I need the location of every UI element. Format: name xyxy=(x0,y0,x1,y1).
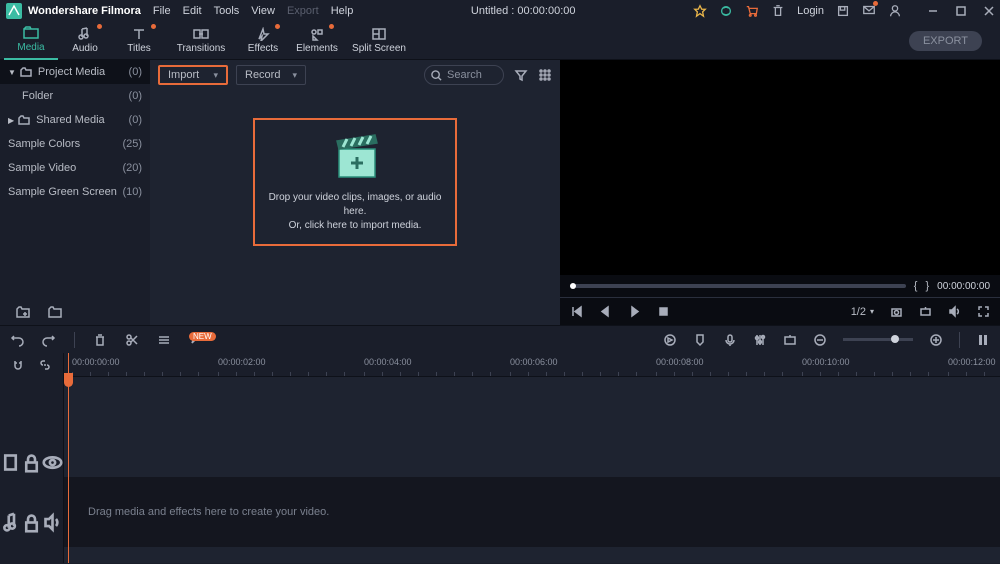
link-icon[interactable] xyxy=(39,359,51,371)
menu-help[interactable]: Help xyxy=(331,5,354,17)
track-hint: Drag media and effects here to create yo… xyxy=(88,506,329,518)
clapper-icon xyxy=(327,131,383,181)
menu-edit[interactable]: Edit xyxy=(183,5,202,17)
grid-view-icon[interactable] xyxy=(538,68,552,82)
sidebar-item-sample-video[interactable]: Sample Video(20) xyxy=(0,156,150,180)
search-input[interactable]: Search xyxy=(424,65,504,85)
audio-track-icon[interactable] xyxy=(0,512,21,533)
menu-file[interactable]: File xyxy=(153,5,171,17)
tab-elements[interactable]: Elements xyxy=(290,22,344,60)
zoom-fit-icon[interactable] xyxy=(976,333,990,347)
keyframe-icon[interactable] xyxy=(783,333,797,347)
mute-icon[interactable] xyxy=(42,512,63,533)
record-dropdown[interactable]: Record▾ xyxy=(236,65,306,85)
playhead[interactable] xyxy=(68,353,69,563)
delete-button[interactable] xyxy=(93,333,107,347)
lock-icon[interactable] xyxy=(21,512,42,533)
export-button[interactable]: EXPORT xyxy=(909,31,982,51)
mark-out-icon[interactable]: } xyxy=(925,280,929,292)
prev-frame-button[interactable] xyxy=(570,305,583,318)
marker-icon[interactable] xyxy=(693,333,707,347)
trash-icon[interactable] xyxy=(771,4,785,18)
sidebar-item-project-media[interactable]: ▼Project Media(0) xyxy=(0,60,150,84)
app-brand: Wondershare Filmora xyxy=(28,5,141,17)
tab-titles[interactable]: Titles xyxy=(112,22,166,60)
new-folder-icon[interactable] xyxy=(16,306,30,318)
zoom-slider[interactable] xyxy=(843,338,913,341)
play-back-button[interactable] xyxy=(599,305,612,318)
login-link[interactable]: Login xyxy=(797,5,824,17)
import-dropzone[interactable]: Drop your video clips, images, or audio … xyxy=(253,118,457,246)
render-icon[interactable] xyxy=(663,333,677,347)
tab-effects[interactable]: Effects xyxy=(236,22,290,60)
import-dropdown[interactable]: Import▾ xyxy=(158,65,228,85)
preview-scrubber[interactable] xyxy=(570,284,906,288)
sidebar-item-folder[interactable]: Folder(0) xyxy=(0,84,150,108)
filter-icon[interactable] xyxy=(514,68,528,82)
mixer-icon[interactable] xyxy=(753,333,767,347)
app-logo xyxy=(6,3,22,19)
document-title: Untitled : 00:00:00:00 xyxy=(353,5,693,17)
volume-icon[interactable] xyxy=(948,305,961,318)
edit-tools-icon[interactable] xyxy=(157,333,171,347)
mark-in-icon[interactable]: { xyxy=(914,280,918,292)
tab-audio[interactable]: Audio xyxy=(58,22,112,60)
sidebar-item-shared-media[interactable]: ▶Shared Media(0) xyxy=(0,108,150,132)
folder-icon[interactable] xyxy=(48,306,62,318)
sidebar-item-sample-colors[interactable]: Sample Colors(25) xyxy=(0,132,150,156)
preview-quality-dropdown[interactable]: 1/2▾ xyxy=(851,306,874,318)
zoom-out-icon[interactable] xyxy=(813,333,827,347)
tab-media[interactable]: Media xyxy=(4,22,58,60)
account-icon[interactable] xyxy=(888,4,902,18)
voiceover-icon[interactable] xyxy=(723,333,737,347)
preview-timecode: 00:00:00:00 xyxy=(937,281,990,292)
menu-tools[interactable]: Tools xyxy=(214,5,240,17)
snapshot-button[interactable] xyxy=(890,305,903,318)
redo-button[interactable] xyxy=(42,333,56,347)
menu-export[interactable]: Export xyxy=(287,5,319,17)
preview-screen xyxy=(560,60,1000,275)
zoom-in-icon[interactable] xyxy=(929,333,943,347)
sidebar-item-sample-green[interactable]: Sample Green Screen(10) xyxy=(0,180,150,204)
video-track[interactable]: Drag media and effects here to create yo… xyxy=(64,477,1000,547)
premium-icon[interactable] xyxy=(693,4,707,18)
eye-icon[interactable] xyxy=(42,452,63,473)
stop-button[interactable] xyxy=(657,305,670,318)
lock-icon[interactable] xyxy=(21,452,42,473)
fullscreen-button[interactable] xyxy=(977,305,990,318)
save-icon[interactable] xyxy=(836,4,850,18)
split-button[interactable] xyxy=(125,333,139,347)
support-icon[interactable] xyxy=(719,4,733,18)
minimize-button[interactable] xyxy=(928,6,938,16)
tab-split-screen[interactable]: Split Screen xyxy=(344,22,414,60)
main-menu: File Edit Tools View Export Help xyxy=(153,5,353,17)
media-sidebar: ▼Project Media(0) Folder(0) ▶Shared Medi… xyxy=(0,60,150,325)
tab-transitions[interactable]: Transitions xyxy=(166,22,236,60)
close-button[interactable] xyxy=(984,6,994,16)
track-settings-icon[interactable] xyxy=(0,452,21,473)
menu-view[interactable]: View xyxy=(251,5,275,17)
play-button[interactable] xyxy=(628,305,641,318)
undo-button[interactable] xyxy=(10,333,24,347)
maximize-button[interactable] xyxy=(956,6,966,16)
cart-icon[interactable] xyxy=(745,4,759,18)
timeline-ruler[interactable]: 00:00:00:0000:00:02:0000:00:04:0000:00:0… xyxy=(64,353,1000,377)
magnet-icon[interactable] xyxy=(12,359,24,371)
mark-button[interactable] xyxy=(919,305,932,318)
